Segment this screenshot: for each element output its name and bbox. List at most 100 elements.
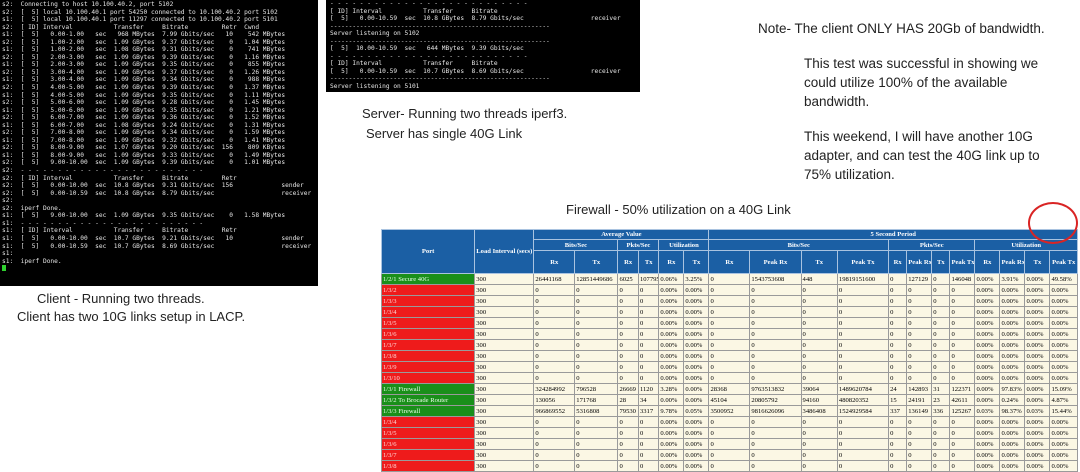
port-cell[interactable]: 1/3/5 bbox=[381, 427, 476, 439]
table-cell: 0 bbox=[533, 449, 576, 461]
table-cell: 94160 bbox=[800, 394, 838, 406]
table-cell: 0 bbox=[708, 339, 751, 351]
table-row: 1/3/6 300 0 0 0 0 0.00% 0.00% 0 0 0 0 0 0 0 0 0.00% 0.00%… bbox=[381, 438, 1078, 450]
table-cell: 0 bbox=[931, 273, 951, 285]
table-cell: 0.00% bbox=[974, 361, 1001, 373]
table-cell: 0 bbox=[836, 372, 890, 384]
port-cell[interactable]: 1/3/4 bbox=[381, 306, 476, 318]
port-cell[interactable]: 1/3/4 bbox=[381, 416, 476, 428]
table-cell: 0 bbox=[574, 460, 619, 472]
table-cell: 0.00% bbox=[658, 306, 685, 318]
terminal-line: s2: [ 5] 1.00-2.00 sec 1.09 GBytes 9.37 … bbox=[2, 38, 286, 46]
table-row: 1/3/4 300 0 0 0 0 0.00% 0.00% 0 0 0 0 0 0 0 0 0.00% 0.00%… bbox=[381, 306, 1078, 318]
table-cell: 0 bbox=[888, 460, 908, 472]
port-cell[interactable]: 1/3/3 Firewall bbox=[381, 405, 476, 417]
terminal-line: s2: - - - - - - - - - - - - - - - - - - … bbox=[2, 167, 204, 175]
table-cell: 0 bbox=[708, 460, 751, 472]
terminal-line: s1: [ 5] 4.00-5.00 sec 1.09 GBytes 9.35 … bbox=[2, 91, 286, 99]
table-cell: 0 bbox=[533, 317, 576, 329]
table-cell: 3500952 bbox=[708, 405, 751, 417]
terminal-line: Server listening on 5101 bbox=[330, 83, 420, 91]
table-row: 1/3/7 300 0 0 0 0 0.00% 0.00% 0 0 0 0 0 0 0 0 0.00% 0.00%… bbox=[381, 449, 1078, 461]
table-cell: 0.00% bbox=[1049, 339, 1078, 351]
terminal-line: s1: - - - - - - - - - - - - - - - - - - … bbox=[2, 219, 204, 227]
port-cell[interactable]: 1/3/9 bbox=[381, 361, 476, 373]
table-cell: 0 bbox=[637, 427, 660, 439]
table-cell: 0 bbox=[708, 284, 751, 296]
table-cell: 0.00% bbox=[1049, 350, 1078, 362]
port-cell[interactable]: 1/3/8 bbox=[381, 460, 476, 472]
port-cell[interactable]: 1/3/7 bbox=[381, 339, 476, 351]
table-cell: 0 bbox=[637, 284, 660, 296]
table-cell: 0 bbox=[637, 328, 660, 340]
table-cell: 20805792 bbox=[749, 394, 802, 406]
terminal-line: s1: [ 5] 9.00-10.00 sec 1.09 GBytes 9.35… bbox=[2, 212, 286, 220]
table-cell: 0 bbox=[617, 438, 639, 450]
table-cell: 0.00% bbox=[658, 416, 685, 428]
table-cell: 300 bbox=[474, 427, 535, 439]
table-cell: 0 bbox=[906, 460, 933, 472]
table-cell: 0 bbox=[749, 372, 802, 384]
table-cell: 26441168 bbox=[533, 273, 576, 285]
table-cell: 0 bbox=[708, 427, 751, 439]
table-cell: 0 bbox=[836, 350, 890, 362]
table-cell: 0.00% bbox=[1049, 372, 1078, 384]
port-cell[interactable]: 1/3/3 bbox=[381, 295, 476, 307]
table-cell: 0 bbox=[617, 306, 639, 318]
port-cell[interactable]: 1/2/1 Secure 40G bbox=[381, 273, 476, 285]
table-cell: 0.00% bbox=[1024, 273, 1051, 285]
table-cell: 0.00% bbox=[1024, 460, 1051, 472]
header-5s-pkts-sec: Pkts/Sec bbox=[888, 239, 976, 251]
table-cell: 0 bbox=[931, 284, 951, 296]
table-cell: 0 bbox=[749, 328, 802, 340]
table-cell: 0.00% bbox=[1024, 350, 1051, 362]
port-cell[interactable]: 1/3/6 bbox=[381, 328, 476, 340]
client-caption-line2: Client has two 10G links setup in LACP. bbox=[17, 309, 246, 324]
table-cell: 0 bbox=[931, 328, 951, 340]
table-cell: 448 bbox=[800, 273, 838, 285]
table-cell: 0 bbox=[800, 350, 838, 362]
table-cell: 0 bbox=[637, 306, 660, 318]
table-cell: 0 bbox=[888, 361, 908, 373]
table-cell: 3317 bbox=[637, 405, 660, 417]
table-cell: 0 bbox=[906, 295, 933, 307]
port-cell[interactable]: 1/3/6 bbox=[381, 438, 476, 450]
client-caption-line1: Client - Running two threads. bbox=[37, 291, 205, 306]
port-cell[interactable]: 1/3/5 bbox=[381, 317, 476, 329]
table-cell: 0.00% bbox=[1024, 328, 1051, 340]
header-avg-pkts-sec: Pkts/Sec bbox=[617, 239, 660, 251]
table-cell: 0.00% bbox=[658, 339, 685, 351]
table-cell: 0.00% bbox=[999, 284, 1026, 296]
table-cell: 0.00% bbox=[999, 350, 1026, 362]
table-cell: 0 bbox=[574, 295, 619, 307]
port-cell[interactable]: 1/3/2 bbox=[381, 284, 476, 296]
port-cell[interactable]: 1/3/1 Firewall bbox=[381, 383, 476, 395]
table-cell: 0 bbox=[888, 295, 908, 307]
table-cell: 300 bbox=[474, 383, 535, 395]
table-cell: 0 bbox=[749, 449, 802, 461]
table-row: 1/3/5 300 0 0 0 0 0.00% 0.00% 0 0 0 0 0 0 0 0 0.00% 0.00%… bbox=[381, 427, 1078, 439]
port-cell[interactable]: 1/3/10 bbox=[381, 372, 476, 384]
table-cell: 0 bbox=[708, 306, 751, 318]
header-peak-rx: Peak Rx bbox=[906, 250, 933, 274]
table-cell: 0.00% bbox=[683, 449, 710, 461]
table-cell: 300 bbox=[474, 339, 535, 351]
table-cell: 337 bbox=[888, 405, 908, 417]
table-cell: 0.00% bbox=[658, 394, 685, 406]
table-cell: 1543753608 bbox=[749, 273, 802, 285]
table-cell: 26669 bbox=[617, 383, 639, 395]
table-cell: 0 bbox=[617, 460, 639, 472]
port-cell[interactable]: 1/3/8 bbox=[381, 350, 476, 362]
port-cell[interactable]: 1/3/2 To Brocade Router bbox=[381, 394, 476, 406]
header-port: Port bbox=[381, 229, 476, 274]
note-line1: Note- The client ONLY HAS 20Gb of bandwi… bbox=[758, 21, 1045, 36]
port-cell[interactable]: 1/3/7 bbox=[381, 449, 476, 461]
table-cell: 0.00% bbox=[974, 372, 1001, 384]
table-cell: 0 bbox=[888, 438, 908, 450]
table-cell: 0 bbox=[836, 284, 890, 296]
table-cell: 0 bbox=[708, 438, 751, 450]
table-cell: 0 bbox=[906, 449, 933, 461]
header-peak-tx: Peak Tx bbox=[1049, 250, 1078, 274]
table-cell: 0.00% bbox=[974, 416, 1001, 428]
header-avg-bits-sec: Bits/Sec bbox=[533, 239, 619, 251]
